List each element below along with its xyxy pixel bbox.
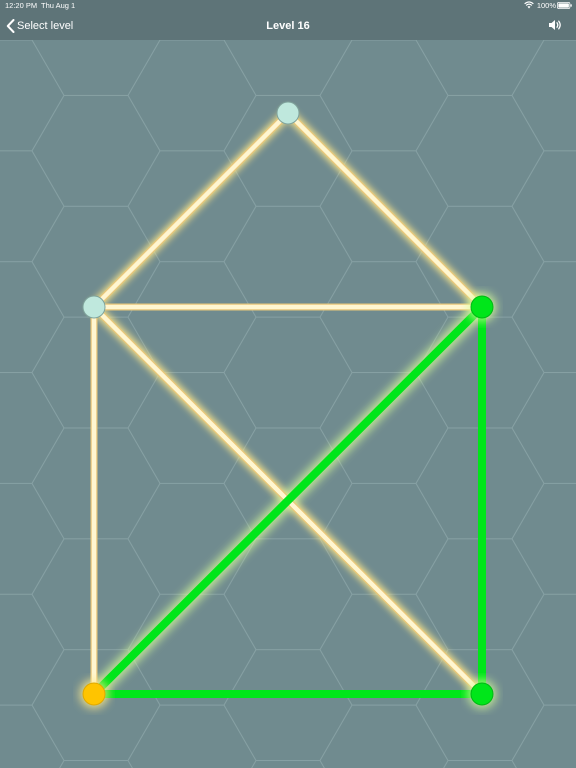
navigation-bar: 12:20 PM Thu Aug 1 100% Select level Lev… xyxy=(0,0,576,40)
status-time: 12:20 PM xyxy=(5,1,38,10)
battery-percentage: 100% xyxy=(536,1,556,10)
wifi-icon xyxy=(524,1,534,9)
vertex-upper-left[interactable] xyxy=(82,295,106,319)
puzzle-canvas[interactable] xyxy=(0,40,576,768)
speaker-icon[interactable] xyxy=(548,18,562,32)
vertex-upper-right[interactable] xyxy=(470,295,494,319)
page-title: Level 16 xyxy=(266,20,310,32)
status-date: Thu Aug 1 xyxy=(41,1,76,10)
puzzle-board[interactable] xyxy=(0,40,576,768)
vertex-lower-right[interactable] xyxy=(470,682,494,706)
battery-full-icon xyxy=(557,2,572,9)
game-screen: 12:20 PM Thu Aug 1 100% Select level Lev… xyxy=(0,0,576,768)
vertex-lower-left[interactable] xyxy=(82,682,106,706)
vertex-apex[interactable] xyxy=(276,101,300,125)
